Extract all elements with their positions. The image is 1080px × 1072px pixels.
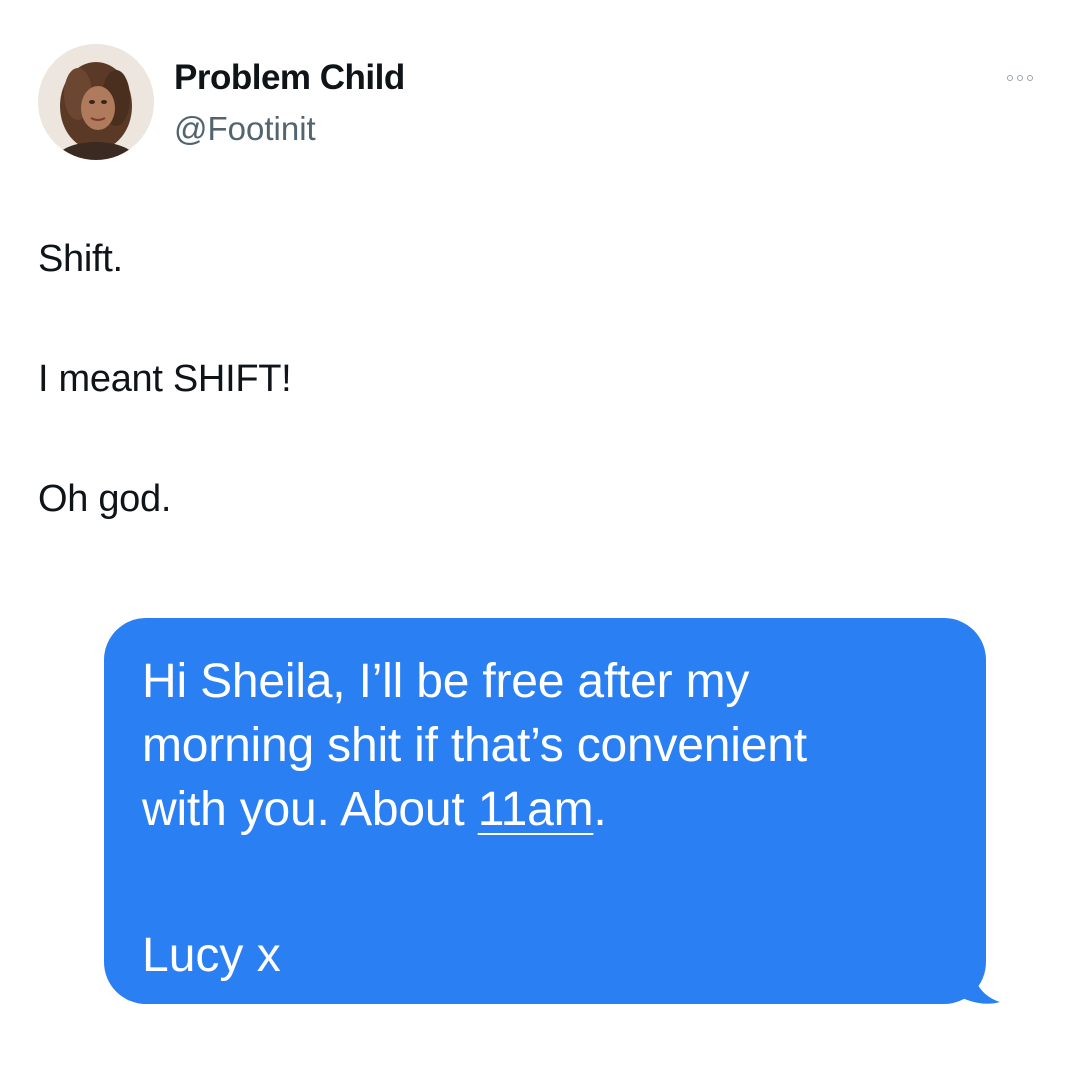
message-text: .	[593, 783, 607, 836]
avatar[interactable]	[38, 44, 154, 160]
message-text-line: morning shit if that’s convenient	[142, 719, 807, 772]
tweet-text-line: Shift.	[38, 238, 123, 280]
time-link[interactable]: 11am	[478, 783, 594, 836]
tweet-text-line: I meant SHIFT!	[38, 358, 292, 400]
user-handle[interactable]: @Footinit	[174, 110, 316, 148]
message-signoff: Lucy x	[142, 929, 281, 982]
ellipsis-icon[interactable]	[998, 64, 1042, 92]
message-text-line: with you. About 11am.	[142, 778, 948, 842]
profile-photo-icon	[38, 44, 154, 160]
tweet-card: Problem Child @Footinit Shift. I meant S…	[0, 0, 1080, 1072]
message-bubble: Hi Sheila, I’ll be free after my morning…	[104, 618, 986, 1004]
message-text-line: Hi Sheila, I’ll be free after my	[142, 655, 750, 708]
display-name[interactable]: Problem Child	[174, 58, 405, 98]
tweet-text-line: Oh god.	[38, 478, 172, 520]
message-text: with you. About	[142, 783, 478, 836]
